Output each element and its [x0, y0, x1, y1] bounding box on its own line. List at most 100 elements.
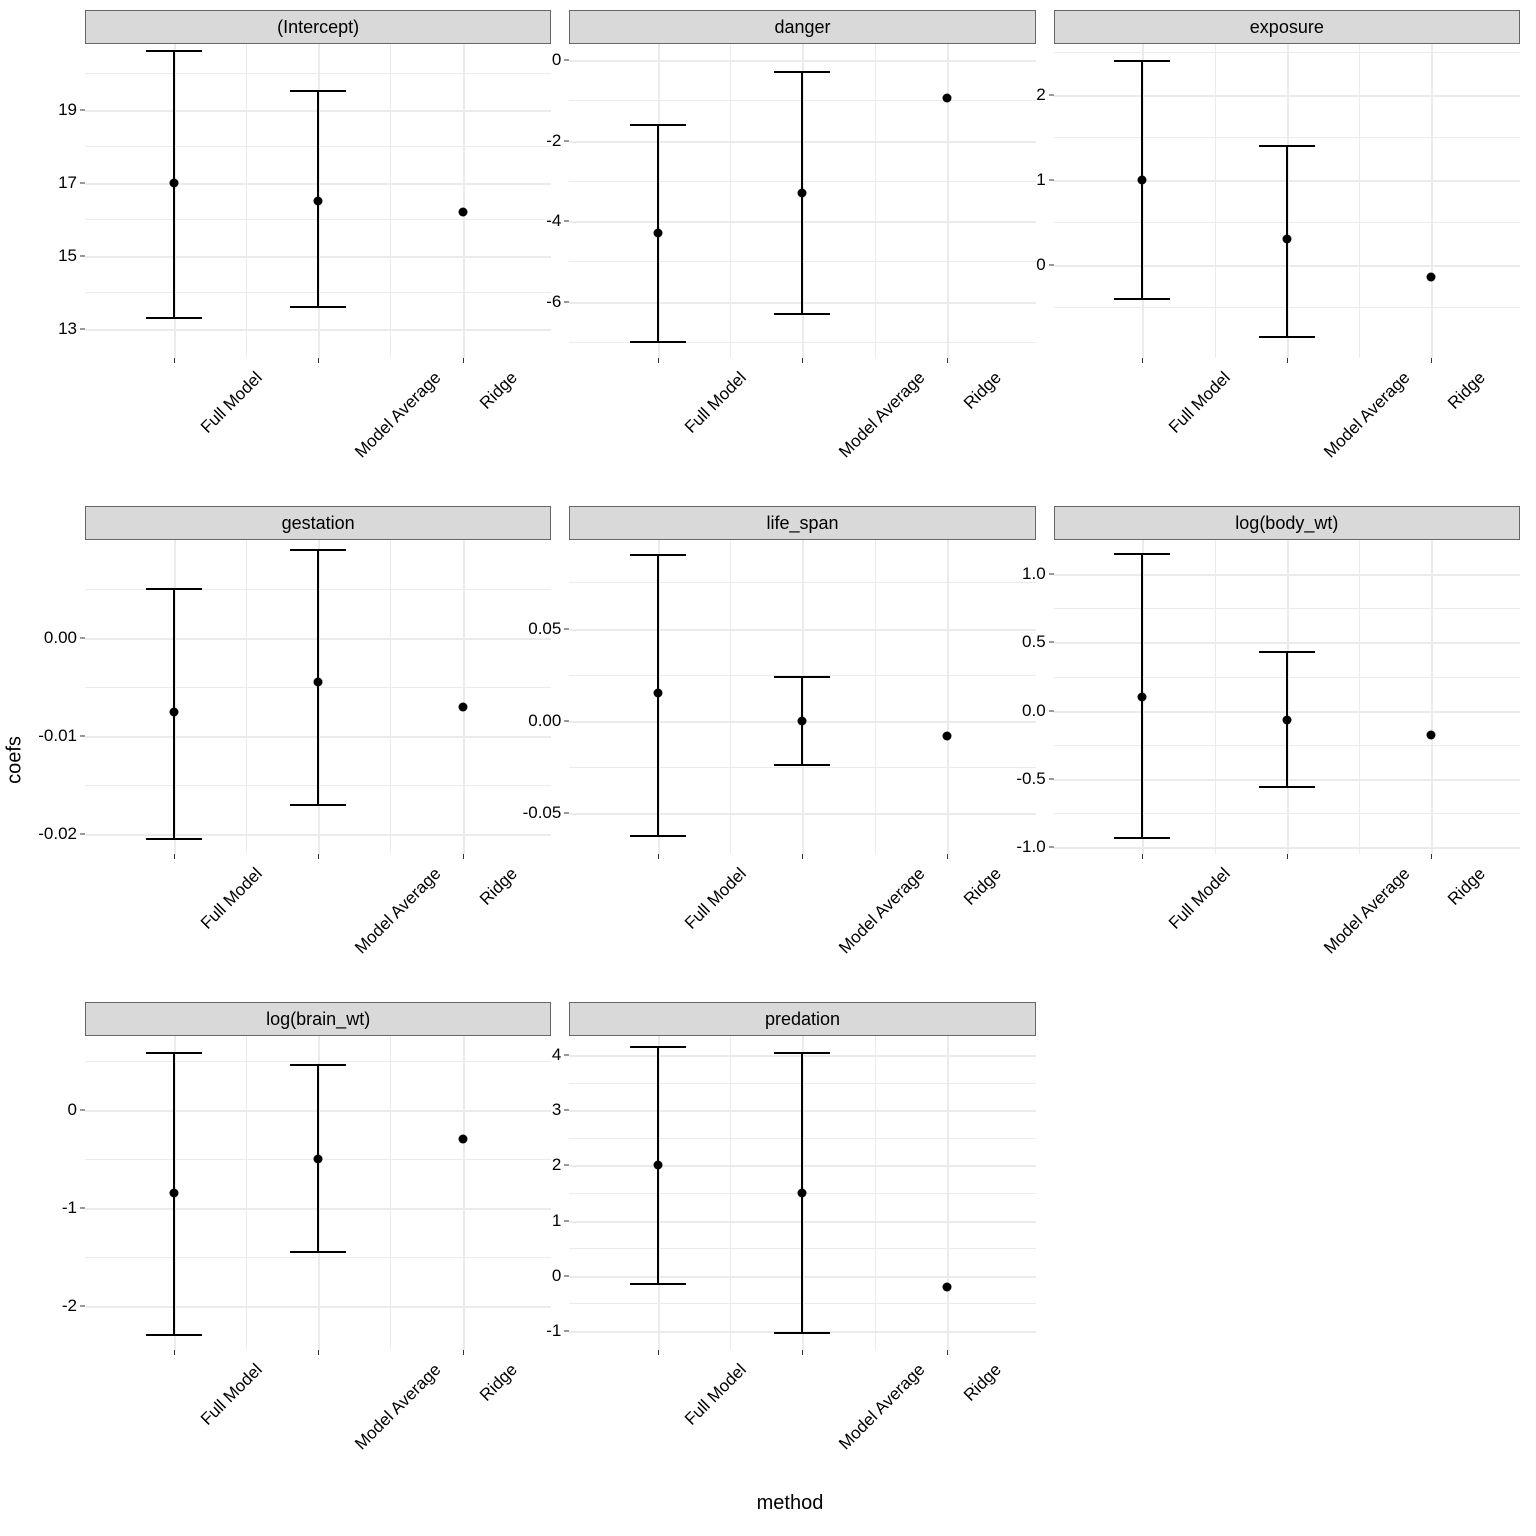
error-bar-cap [1114, 298, 1170, 300]
plot-area: -2-10Full ModelModel AverageRidge [85, 1036, 551, 1350]
error-bar-cap [775, 676, 831, 678]
x-tick-label: Full Model [1165, 368, 1235, 438]
y-tick-label: 1 [552, 1211, 569, 1231]
y-tick-label: 0 [68, 1100, 85, 1120]
facet-figure: coefs method (Intercept)13151719Full Mod… [60, 10, 1520, 1510]
data-point [314, 1154, 323, 1163]
data-point [798, 188, 807, 197]
x-tick-label: Model Average [1320, 864, 1414, 958]
data-point [169, 707, 178, 716]
plot-area: -0.02-0.010.00Full ModelModel AverageRid… [85, 540, 551, 854]
error-bar-cap [1259, 336, 1315, 338]
error-bar-cap [146, 50, 202, 52]
data-point [1138, 175, 1147, 184]
facet-panel: danger-6-4-20Full ModelModel AverageRidg… [569, 10, 1035, 478]
data-point [458, 207, 467, 216]
x-tick-label: Ridge [1444, 864, 1490, 910]
error-bar-cap [775, 71, 831, 73]
y-tick-label: 3 [552, 1100, 569, 1120]
data-point [1427, 731, 1436, 740]
panel-grid: (Intercept)13151719Full ModelModel Avera… [85, 10, 1520, 1470]
y-tick-label: -1.0 [1016, 837, 1053, 857]
error-bar-cap [290, 1251, 346, 1253]
y-tick-label: 0 [552, 50, 569, 70]
facet-strip: danger [569, 10, 1035, 44]
y-tick-label: 4 [552, 1045, 569, 1065]
y-tick-label: 1 [1036, 170, 1053, 190]
data-point [169, 1189, 178, 1198]
y-tick-label: -1 [62, 1198, 85, 1218]
data-point [1282, 235, 1291, 244]
plot-area: -101234Full ModelModel AverageRidge [569, 1036, 1035, 1350]
x-tick-label: Full Model [681, 368, 751, 438]
facet-panel: log(body_wt)-1.0-0.50.00.51.0Full ModelM… [1054, 506, 1520, 974]
y-tick-label: 19 [58, 100, 85, 120]
x-tick-label: Ridge [476, 368, 522, 414]
y-axis-title: coefs [4, 736, 27, 784]
facet-strip: life_span [569, 506, 1035, 540]
data-point [653, 1161, 662, 1170]
data-point [798, 1189, 807, 1198]
facet-panel: gestation-0.02-0.010.00Full ModelModel A… [85, 506, 551, 974]
y-tick-label: 2 [552, 1155, 569, 1175]
data-point [169, 178, 178, 187]
y-tick-label: -2 [62, 1296, 85, 1316]
x-axis-title: method [757, 1492, 824, 1515]
data-point [314, 678, 323, 687]
data-point [943, 731, 952, 740]
error-bar-cap [146, 1052, 202, 1054]
error-bar-cap [1114, 60, 1170, 62]
y-tick-label: 0.00 [44, 628, 85, 648]
x-tick-label: Full Model [681, 1360, 751, 1430]
y-tick-label: -2 [546, 131, 569, 151]
x-tick-label: Model Average [836, 864, 930, 958]
plot-area: -1.0-0.50.00.51.0Full ModelModel Average… [1054, 540, 1520, 854]
y-tick-label: -0.05 [523, 803, 570, 823]
y-tick-label: 0 [552, 1266, 569, 1286]
data-point [943, 1282, 952, 1291]
x-tick-label: Ridge [960, 1360, 1006, 1406]
y-tick-label: 0.00 [528, 711, 569, 731]
y-tick-label: 2 [1036, 85, 1053, 105]
error-bar-cap [630, 1283, 686, 1285]
facet-strip: log(body_wt) [1054, 506, 1520, 540]
y-tick-label: 0.05 [528, 619, 569, 639]
error-bar-cap [146, 838, 202, 840]
y-tick-label: -6 [546, 292, 569, 312]
error-bar-cap [1114, 837, 1170, 839]
error-bar-cap [630, 835, 686, 837]
y-tick-label: -0.5 [1016, 769, 1053, 789]
data-point [943, 94, 952, 103]
error-bar-cap [290, 804, 346, 806]
x-tick-label: Ridge [1444, 368, 1490, 414]
error-bar-cap [630, 554, 686, 556]
x-tick-label: Model Average [836, 368, 930, 462]
facet-strip: (Intercept) [85, 10, 551, 44]
facet-panel: (Intercept)13151719Full ModelModel Avera… [85, 10, 551, 478]
x-tick-label: Full Model [197, 368, 267, 438]
error-bar-cap [290, 549, 346, 551]
y-tick-label: -1 [546, 1321, 569, 1341]
y-tick-label: 17 [58, 173, 85, 193]
error-bar-cap [290, 306, 346, 308]
plot-area: -0.050.000.05Full ModelModel AverageRidg… [569, 540, 1035, 854]
data-point [458, 1135, 467, 1144]
error-bar-cap [630, 124, 686, 126]
error-bar-cap [775, 1052, 831, 1054]
x-tick-label: Model Average [1320, 368, 1414, 462]
error-bar-cap [630, 341, 686, 343]
data-point [1138, 693, 1147, 702]
facet-strip: log(brain_wt) [85, 1002, 551, 1036]
error-bar-cap [775, 313, 831, 315]
data-point [653, 229, 662, 238]
y-tick-label: 0 [1036, 255, 1053, 275]
y-tick-label: 0.5 [1022, 632, 1054, 652]
facet-strip: gestation [85, 506, 551, 540]
error-bar-cap [1114, 553, 1170, 555]
error-bar-cap [290, 1064, 346, 1066]
x-tick-label: Full Model [197, 864, 267, 934]
y-tick-label: 13 [58, 319, 85, 339]
y-tick-label: -4 [546, 211, 569, 231]
error-bar-cap [146, 317, 202, 319]
error-bar-cap [1259, 145, 1315, 147]
